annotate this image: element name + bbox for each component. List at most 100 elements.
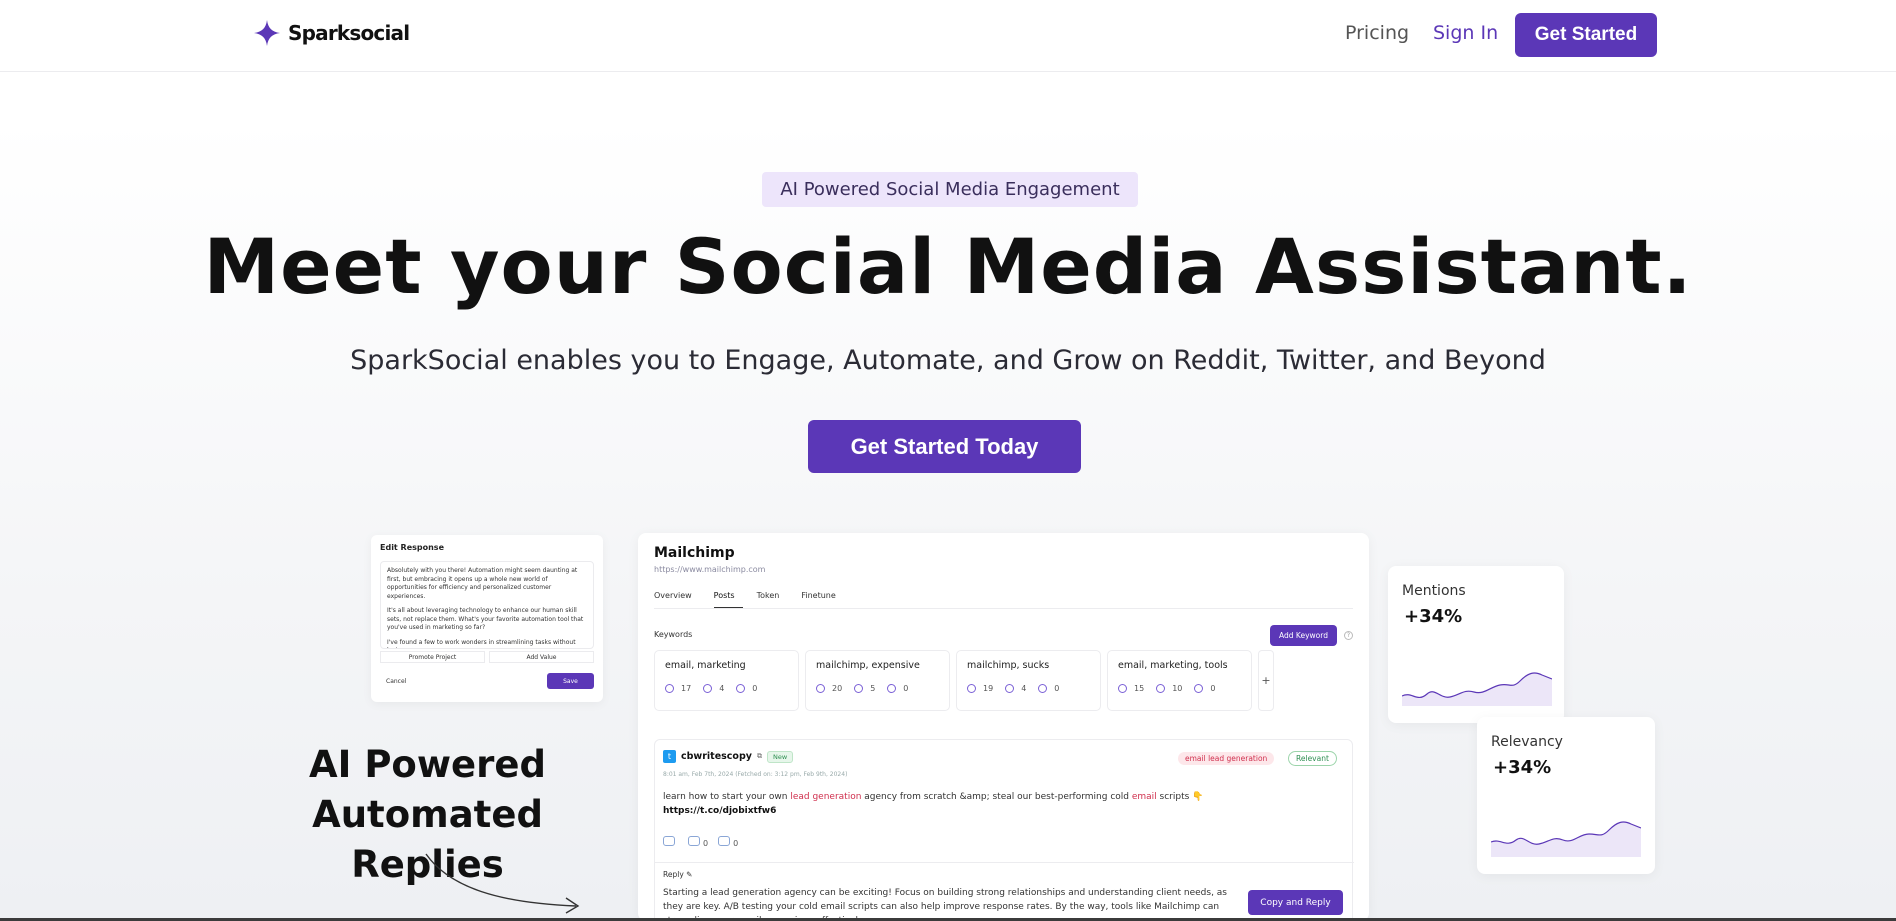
help-icon[interactable]: ? bbox=[1344, 631, 1353, 640]
keyword-card[interactable]: mailchimp, expensive 20 5 0 bbox=[805, 650, 950, 711]
edit-response-title: Edit Response bbox=[380, 543, 444, 552]
comment-icon bbox=[1005, 684, 1015, 693]
comment-icon bbox=[1156, 684, 1166, 693]
edit-response-textarea[interactable]: Absolutely with you there! Automation mi… bbox=[380, 561, 594, 649]
comment-icon bbox=[703, 684, 713, 693]
keyword-stats: 20 5 0 bbox=[816, 684, 939, 693]
comments-count: 4 bbox=[719, 684, 725, 693]
edit-response-card: Edit Response Absolutely with you there!… bbox=[371, 535, 603, 702]
comments-count: 4 bbox=[1021, 684, 1027, 693]
views-count: 17 bbox=[681, 684, 692, 693]
post-header: t cbwritescopy ⧉ New bbox=[663, 750, 794, 763]
curved-arrow-icon bbox=[425, 853, 580, 914]
nav-pricing-link[interactable]: Pricing bbox=[1345, 22, 1409, 44]
eye-icon bbox=[665, 684, 674, 693]
comments-count: 10 bbox=[1172, 684, 1183, 693]
tab-overview[interactable]: Overview bbox=[654, 591, 700, 608]
get-started-button[interactable]: Get Started bbox=[1515, 13, 1657, 57]
reply-count: 0 bbox=[733, 839, 739, 848]
keyword-stats: 17 4 0 bbox=[665, 684, 788, 693]
stat-value: +34% bbox=[1493, 757, 1552, 778]
views-count: 15 bbox=[1134, 684, 1145, 693]
divider bbox=[655, 862, 1354, 863]
stat-label: Relevancy bbox=[1491, 734, 1563, 750]
reply-label[interactable]: Reply ✎ bbox=[663, 870, 692, 879]
edit-actions: Promote Project Add Value bbox=[380, 651, 594, 663]
post-card: t cbwritescopy ⧉ New 8:01 am, Feb 7th, 2… bbox=[654, 739, 1354, 921]
comments-count: 5 bbox=[870, 684, 876, 693]
edit-paragraph: It's all about leveraging technology to … bbox=[387, 607, 584, 631]
app-preview-card: Mailchimp https://www.mailchimp.com Over… bbox=[638, 533, 1369, 921]
feature-line-1: AI Powered bbox=[309, 743, 546, 786]
project-tabs: Overview Posts Token Finetune bbox=[654, 591, 1353, 609]
comment-icon bbox=[718, 836, 731, 846]
post-username[interactable]: cbwritescopy bbox=[681, 751, 752, 762]
add-keyword-button[interactable]: Add Keyword bbox=[1270, 625, 1337, 646]
views-count: 20 bbox=[832, 684, 843, 693]
edit-paragraph: I've found a few to work wonders in stre… bbox=[387, 638, 576, 649]
cancel-button[interactable]: Cancel bbox=[380, 678, 406, 685]
post-timestamp: 8:01 am, Feb 7th, 2024 (Fetched on: 3:12… bbox=[663, 771, 848, 778]
keyword-list: email, marketing 17 4 0 mailchimp, expen… bbox=[654, 650, 1274, 711]
keyword-card[interactable]: mailchimp, sucks 19 4 0 bbox=[956, 650, 1101, 711]
reply-icon bbox=[1038, 684, 1048, 693]
retweet-button[interactable]: 0 bbox=[688, 836, 708, 848]
like-button[interactable] bbox=[663, 836, 678, 848]
eye-icon bbox=[816, 684, 825, 693]
highlight-keyword: email bbox=[1131, 792, 1157, 802]
post-actions: 0 0 bbox=[663, 836, 738, 848]
tab-token[interactable]: Token bbox=[757, 591, 788, 608]
keyword-name: mailchimp, expensive bbox=[816, 660, 920, 671]
top-navbar: Sparksocial Pricing Sign In Get Started bbox=[0, 0, 1896, 72]
project-url[interactable]: https://www.mailchimp.com bbox=[654, 565, 765, 574]
keyword-name: email, marketing, tools bbox=[1118, 660, 1228, 671]
keyword-card[interactable]: email, marketing, tools 15 10 0 bbox=[1107, 650, 1252, 711]
other-count: 0 bbox=[1054, 684, 1060, 693]
new-badge: New bbox=[766, 750, 794, 763]
nav-sign-in-link[interactable]: Sign In bbox=[1433, 22, 1498, 44]
other-count: 0 bbox=[1210, 684, 1216, 693]
twitter-icon: t bbox=[663, 750, 676, 763]
relevancy-stat-card: Relevancy +34% bbox=[1477, 717, 1655, 874]
retweet-icon bbox=[688, 836, 700, 846]
tab-posts[interactable]: Posts bbox=[713, 591, 743, 608]
copy-and-reply-button[interactable]: Copy and Reply bbox=[1248, 890, 1343, 915]
post-text-part: learn how to start your own bbox=[663, 792, 791, 802]
logo-text: Sparksocial bbox=[288, 21, 410, 45]
post-link[interactable]: https://t.co/djobixtfw6 bbox=[663, 806, 776, 816]
views-count: 19 bbox=[983, 684, 994, 693]
external-link-icon[interactable]: ⧉ bbox=[757, 752, 762, 761]
add-keyword-plus-button[interactable]: + bbox=[1258, 650, 1274, 711]
post-text: learn how to start your own lead generat… bbox=[663, 790, 1323, 818]
retweet-count: 0 bbox=[703, 839, 709, 848]
reply-count-button[interactable]: 0 bbox=[718, 836, 738, 848]
sparkle-icon bbox=[254, 20, 280, 46]
hero-subtitle: SparkSocial enables you to Engage, Autom… bbox=[350, 345, 1546, 376]
stat-label: Mentions bbox=[1402, 583, 1466, 599]
hero-title: Meet your Social Media Assistant. bbox=[203, 222, 1693, 311]
add-value-button[interactable]: Add Value bbox=[489, 651, 594, 663]
keyword-card[interactable]: email, marketing 17 4 0 bbox=[654, 650, 799, 711]
reply-icon bbox=[1194, 684, 1204, 693]
save-button[interactable]: Save bbox=[547, 673, 594, 689]
keyword-name: mailchimp, sucks bbox=[967, 660, 1050, 671]
keyword-tag: email lead generation bbox=[1178, 752, 1275, 765]
sparkline-chart bbox=[1491, 821, 1641, 857]
reply-text[interactable]: Starting a lead generation agency can be… bbox=[663, 886, 1233, 921]
comment-icon bbox=[854, 684, 864, 693]
other-count: 0 bbox=[752, 684, 758, 693]
promote-project-button[interactable]: Promote Project bbox=[380, 651, 485, 663]
project-title: Mailchimp bbox=[654, 545, 735, 561]
hero-badge: AI Powered Social Media Engagement bbox=[762, 172, 1138, 207]
sparkline-chart bbox=[1402, 672, 1552, 706]
mentions-stat-card: Mentions +34% bbox=[1388, 566, 1564, 723]
reply-icon bbox=[736, 684, 746, 693]
eye-icon bbox=[967, 684, 976, 693]
logo[interactable]: Sparksocial bbox=[252, 18, 410, 48]
edit-paragraph: Absolutely with you there! Automation mi… bbox=[387, 567, 578, 600]
post-text-part: scripts 👇 bbox=[1156, 792, 1204, 802]
stat-value: +34% bbox=[1404, 606, 1463, 627]
keyword-stats: 15 10 0 bbox=[1118, 684, 1241, 693]
tab-finetune[interactable]: Finetune bbox=[801, 591, 843, 608]
get-started-today-button[interactable]: Get Started Today bbox=[808, 420, 1081, 473]
